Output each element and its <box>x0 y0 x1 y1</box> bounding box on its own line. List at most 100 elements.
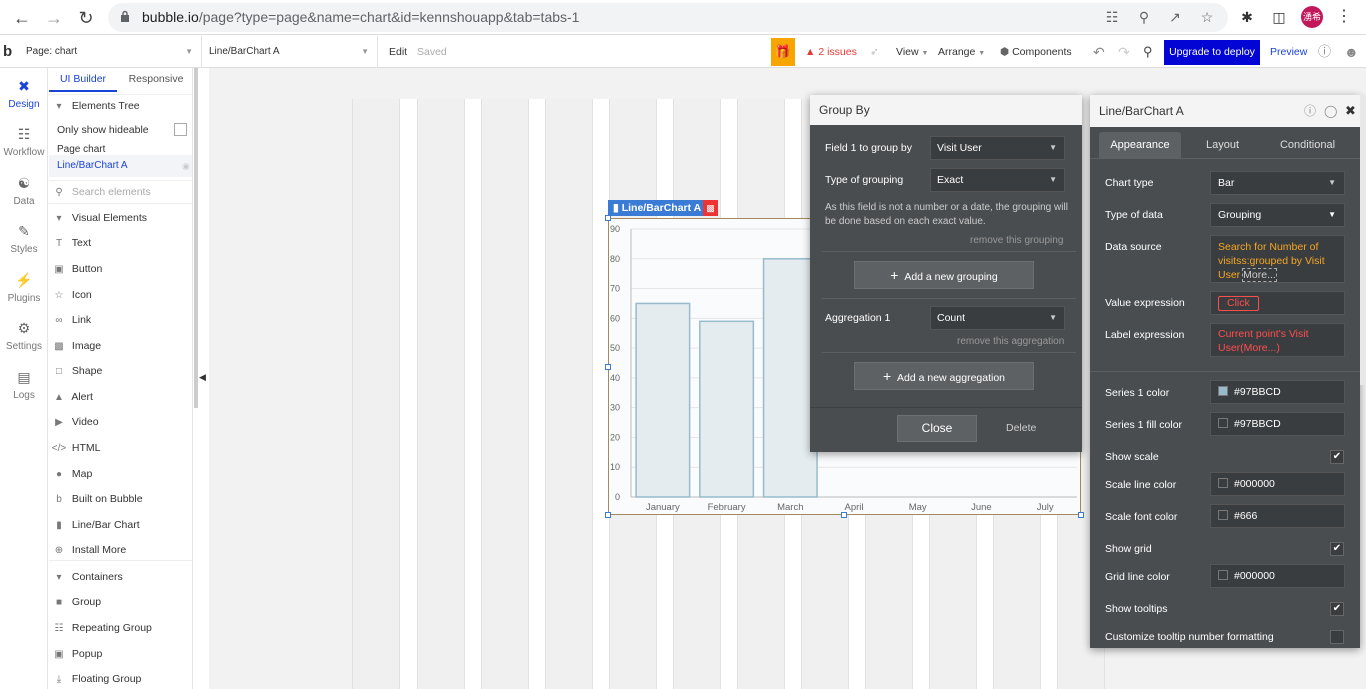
property-editor-scrollbar[interactable] <box>1360 95 1366 385</box>
label-expression-more[interactable]: (More...) <box>1240 342 1280 354</box>
palette-item-line-bar-chart[interactable]: ▮ Line/Bar Chart <box>49 514 192 536</box>
gift-icon[interactable]: 🎁 <box>771 38 795 66</box>
forward-icon[interactable]: → <box>43 7 65 29</box>
nav-data[interactable]: ☯ Data <box>0 175 48 207</box>
arrange-menu[interactable]: Arrange ▼ <box>938 36 985 68</box>
palette-item-map[interactable]: ● Map <box>49 463 192 485</box>
palette-item-text[interactable]: T Text <box>49 232 192 254</box>
palette-item-link[interactable]: ∞ Link <box>49 309 192 331</box>
chart-type-dropdown[interactable]: Bar ▼ <box>1210 171 1345 195</box>
palette-item-button[interactable]: ▣ Button <box>49 258 192 280</box>
tab-ui-builder[interactable]: UI Builder <box>49 68 117 92</box>
undo-icon[interactable]: ↶ <box>1093 36 1105 68</box>
grouping-type-dropdown[interactable]: Exact ▼ <box>930 168 1065 192</box>
page-selector[interactable]: Page: chart ▼ <box>22 36 202 68</box>
scale-line-color-field[interactable]: #000000 <box>1210 472 1345 496</box>
resize-handle[interactable] <box>605 215 611 221</box>
aggregation-dropdown[interactable]: Count ▼ <box>930 306 1065 330</box>
scale-font-color-field[interactable]: #666 <box>1210 504 1345 528</box>
remove-aggregation-link[interactable]: remove this aggregation <box>957 336 1064 347</box>
translate-icon[interactable]: ☷ <box>1103 8 1121 26</box>
profile-avatar[interactable]: 湧希 <box>1301 6 1323 28</box>
trash-icon[interactable]: ▩ <box>703 200 718 216</box>
palette-scrollbar[interactable] <box>194 68 198 408</box>
back-icon[interactable]: ← <box>11 7 33 29</box>
palette-item-alert[interactable]: ▲ Alert <box>49 386 192 408</box>
palette-item-repeating-group[interactable]: ☷ Repeating Group <box>49 617 192 639</box>
show-scale-checkbox[interactable]: ✔ <box>1330 450 1344 464</box>
value-expression-field[interactable]: Click <box>1210 291 1345 315</box>
tab-appearance[interactable]: Appearance <box>1099 132 1181 158</box>
search-elements[interactable]: ⚲ Search elements <box>49 180 192 204</box>
resize-handle[interactable] <box>605 512 611 518</box>
grid-line-color-field[interactable]: #000000 <box>1210 564 1345 588</box>
series1-fill-field[interactable]: #97BBCD <box>1210 412 1345 436</box>
pointer-icon[interactable]: ➶ <box>870 36 879 68</box>
help-icon[interactable]: ⓘ <box>1318 36 1331 68</box>
address-bar[interactable]: bubble.io/page?type=page&name=chart&id=k… <box>108 3 1228 32</box>
palette-item-install-more[interactable]: ⊕ Install More <box>49 539 192 561</box>
resize-handle[interactable] <box>841 512 847 518</box>
close-icon[interactable]: ✖ <box>1345 95 1356 127</box>
issues-button[interactable]: ▲ 2 issues <box>805 36 857 68</box>
tab-conditional[interactable]: Conditional <box>1265 132 1350 158</box>
comment-icon[interactable]: ◯ <box>1324 95 1337 127</box>
chart-element-tag[interactable]: ▮ Line/BarChart A <box>608 200 707 216</box>
menu-kebab-icon[interactable]: ⋮ <box>1335 8 1353 26</box>
nav-workflow[interactable]: ☷ Workflow <box>0 126 48 158</box>
palette-item-built-on-bubble[interactable]: b Built on Bubble <box>49 488 192 510</box>
data-source-more[interactable]: More... <box>1242 268 1277 282</box>
preview-button[interactable]: Preview <box>1270 36 1307 68</box>
edit-menu[interactable]: Edit <box>389 36 407 68</box>
sidepanel-icon[interactable]: ◫ <box>1270 8 1288 26</box>
data-source-field[interactable]: Search for Number of visitss:grouped by … <box>1210 235 1345 283</box>
palette-item-image[interactable]: ▩ Image <box>49 335 192 357</box>
delete-link[interactable]: Delete <box>1006 422 1036 434</box>
data-type-dropdown[interactable]: Grouping ▼ <box>1210 203 1345 227</box>
containers-header[interactable]: ▾ Containers <box>49 566 192 588</box>
show-grid-checkbox[interactable]: ✔ <box>1330 542 1344 556</box>
element-selector[interactable]: Line/BarChart A ▼ <box>203 36 378 68</box>
tab-responsive[interactable]: Responsive <box>121 68 191 92</box>
field1-dropdown[interactable]: Visit User ▼ <box>930 136 1065 160</box>
bubble-logo[interactable]: b <box>3 36 12 68</box>
resize-handle[interactable] <box>605 364 611 370</box>
info-icon[interactable]: ⓘ <box>1304 95 1316 127</box>
nav-logs[interactable]: ▤ Logs <box>0 369 48 401</box>
show-tooltips-checkbox[interactable]: ✔ <box>1330 602 1344 616</box>
collapse-left-icon[interactable]: ◀ <box>199 372 206 383</box>
add-aggregation-button[interactable]: + Add a new aggregation <box>854 362 1034 390</box>
nav-settings[interactable]: ⚙ Settings <box>0 320 48 352</box>
view-menu[interactable]: View ▼ <box>896 36 928 68</box>
components-button[interactable]: ⬢ Components <box>1000 36 1072 68</box>
bookmark-star-icon[interactable]: ☆ <box>1198 8 1216 26</box>
eye-icon[interactable]: ◉ <box>182 155 190 177</box>
add-grouping-button[interactable]: + Add a new grouping <box>854 261 1034 289</box>
tab-layout[interactable]: Layout <box>1185 132 1260 158</box>
palette-item-popup[interactable]: ▣ Popup <box>49 643 192 665</box>
upgrade-to-deploy-button[interactable]: Upgrade to deploy <box>1164 40 1260 65</box>
account-icon[interactable]: ☻ <box>1344 36 1359 68</box>
only-show-hideable-checkbox[interactable] <box>174 123 187 136</box>
palette-item-group[interactable]: ■ Group <box>49 591 192 613</box>
remove-grouping-link[interactable]: remove this grouping <box>970 235 1063 246</box>
palette-item-shape[interactable]: □ Shape <box>49 360 192 382</box>
share-icon[interactable]: ↗ <box>1166 8 1184 26</box>
elements-tree-header[interactable]: ▾ Elements Tree <box>49 94 192 116</box>
visual-elements-header[interactable]: ▾ Visual Elements <box>49 207 192 229</box>
reload-icon[interactable]: ↻ <box>75 7 97 29</box>
custom-tooltip-checkbox[interactable] <box>1330 630 1344 644</box>
palette-item-icon[interactable]: ☆ Icon <box>49 284 192 306</box>
palette-item-html[interactable]: </> HTML <box>49 437 192 459</box>
nav-styles[interactable]: ✎ Styles <box>0 223 48 255</box>
nav-plugins[interactable]: ⚡ Plugins <box>0 272 48 304</box>
extensions-icon[interactable]: ✱ <box>1238 8 1256 26</box>
palette-item-floating-group[interactable]: ⤓ Floating Group <box>49 668 192 689</box>
close-button[interactable]: Close <box>897 415 977 442</box>
search-icon[interactable]: ⚲ <box>1143 36 1153 68</box>
series1-color-field[interactable]: #97BBCD <box>1210 380 1345 404</box>
palette-item-video[interactable]: ▶ Video <box>49 411 192 433</box>
resize-handle[interactable] <box>1078 512 1084 518</box>
redo-icon[interactable]: ↷ <box>1118 36 1130 68</box>
tree-item-chart[interactable]: Line/BarChart A ◉ <box>49 155 192 177</box>
